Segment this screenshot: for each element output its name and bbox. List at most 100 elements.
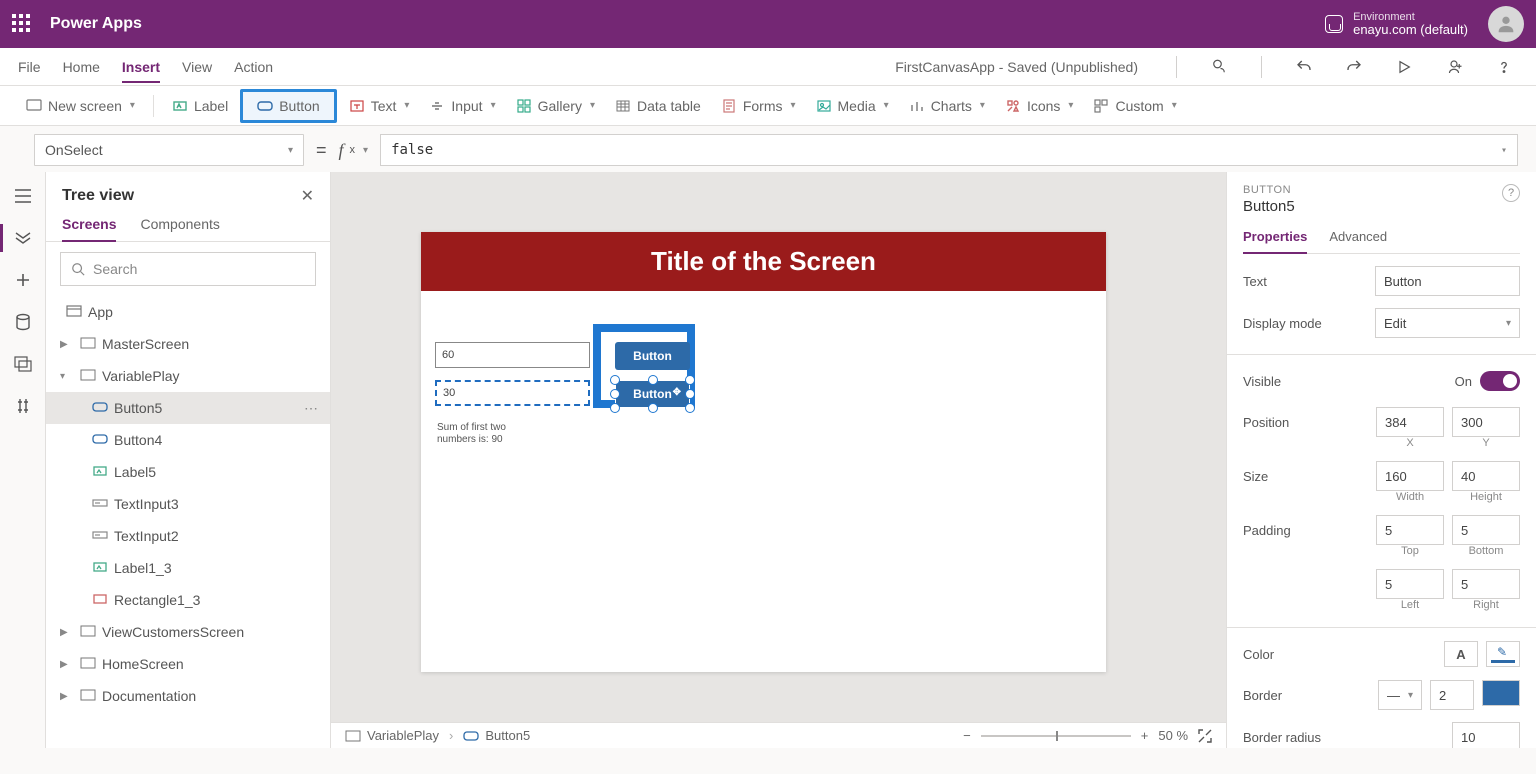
font-color-swatch[interactable]: A xyxy=(1444,641,1478,667)
prop-name: Button5 xyxy=(1243,198,1295,215)
data-rail[interactable] xyxy=(13,312,33,332)
pad-left-input[interactable]: 5 xyxy=(1376,569,1444,599)
zoom-value: 50 % xyxy=(1158,728,1188,743)
app-label: FirstCanvasApp - Saved (Unpublished) xyxy=(895,59,1138,75)
tree-node-variableplay[interactable]: ▾VariablePlay xyxy=(46,360,330,392)
border-color-swatch[interactable] xyxy=(1482,680,1520,706)
media-rail[interactable] xyxy=(13,354,33,374)
tree-node-button4[interactable]: Button4 xyxy=(46,424,330,456)
input-button[interactable]: Input▾ xyxy=(421,94,503,118)
hamburger-icon[interactable] xyxy=(13,186,33,206)
undo-icon[interactable] xyxy=(1290,53,1318,81)
border-style-select[interactable]: —▾ xyxy=(1378,680,1422,710)
prop-display-select[interactable]: Edit▾ xyxy=(1375,308,1520,338)
home-menu[interactable]: Home xyxy=(63,59,100,75)
environment-icon xyxy=(1325,15,1343,33)
tab-advanced[interactable]: Advanced xyxy=(1329,229,1387,253)
search-input[interactable]: Search xyxy=(60,252,316,286)
fill-color-swatch[interactable]: ✎ xyxy=(1486,641,1520,667)
tree-node-app[interactable]: App xyxy=(46,296,330,328)
tab-screens[interactable]: Screens xyxy=(62,216,116,242)
play-icon[interactable] xyxy=(1390,53,1418,81)
file-menu[interactable]: File xyxy=(18,59,41,75)
close-icon[interactable]: ✕ xyxy=(301,186,314,206)
fx-button[interactable]: fx▾ xyxy=(339,140,369,161)
tree-node-label: Label5 xyxy=(114,464,156,480)
tree-node-textinput2[interactable]: TextInput2 xyxy=(46,520,330,552)
pos-y-input[interactable]: 300 xyxy=(1452,407,1520,437)
view-menu[interactable]: View xyxy=(182,59,212,75)
canvas-textinput1[interactable]: 60 xyxy=(435,342,590,368)
tree-node-label: TextInput3 xyxy=(114,496,179,512)
prop-display-label: Display mode xyxy=(1243,316,1322,331)
prop-border-label: Border xyxy=(1243,688,1282,703)
text-button[interactable]: Text▾ xyxy=(341,94,418,118)
custom-button-label: Custom xyxy=(1115,98,1163,114)
tree-node-label: Label1_3 xyxy=(114,560,172,576)
info-icon[interactable]: ? xyxy=(1502,184,1520,202)
pos-x-input[interactable]: 384 xyxy=(1376,407,1444,437)
breadcrumb-item[interactable]: Button5 xyxy=(463,728,530,743)
button-button[interactable]: Button xyxy=(240,89,336,123)
zoom-slider[interactable] xyxy=(981,735,1131,737)
tab-components[interactable]: Components xyxy=(140,216,219,241)
tools-rail[interactable] xyxy=(13,396,33,416)
tree-node-label: Rectangle1_3 xyxy=(114,592,200,608)
new-screen-button[interactable]: New screen▾ xyxy=(18,94,143,118)
canvas-textinput2[interactable]: 30 xyxy=(435,380,590,406)
tree-node-homescreen[interactable]: ▶HomeScreen xyxy=(46,648,330,680)
tree-node-documentation[interactable]: ▶Documentation xyxy=(46,680,330,712)
prop-text-label: Text xyxy=(1243,274,1267,289)
tree-view-rail[interactable] xyxy=(13,228,33,248)
forms-button-label: Forms xyxy=(743,98,783,114)
forms-button[interactable]: Forms▾ xyxy=(713,94,804,118)
share-icon[interactable] xyxy=(1440,53,1468,81)
zoom-in-button[interactable]: + xyxy=(1141,728,1149,743)
height-input[interactable]: 40 xyxy=(1452,461,1520,491)
icons-button[interactable]: Icons▾ xyxy=(997,94,1082,118)
pad-top-input[interactable]: 5 xyxy=(1376,515,1444,545)
fullscreen-icon[interactable] xyxy=(1198,729,1212,743)
prop-text-input[interactable]: Button xyxy=(1375,266,1520,296)
tree-node-button5[interactable]: Button5⋯ xyxy=(46,392,330,424)
insert-rail[interactable] xyxy=(13,270,33,290)
tree-node-viewcustomers[interactable]: ▶ViewCustomersScreen xyxy=(46,616,330,648)
canvas-button5[interactable]: Button ✥ xyxy=(615,380,690,408)
tree-node-label5[interactable]: Label5 xyxy=(46,456,330,488)
zoom-out-button[interactable]: − xyxy=(963,728,971,743)
visible-toggle[interactable] xyxy=(1480,371,1520,391)
tab-properties[interactable]: Properties xyxy=(1243,229,1307,254)
width-input[interactable]: 160 xyxy=(1376,461,1444,491)
app-checker-icon[interactable] xyxy=(1205,53,1233,81)
breadcrumb-screen[interactable]: VariablePlay xyxy=(345,728,439,743)
more-icon[interactable]: ⋯ xyxy=(304,400,318,417)
formula-value: false xyxy=(391,142,433,158)
help-icon[interactable] xyxy=(1490,53,1518,81)
insert-menu[interactable]: Insert xyxy=(122,59,160,83)
formula-input[interactable]: false ▾ xyxy=(380,134,1518,166)
design-canvas[interactable]: Title of the Screen 60 30 Button Button … xyxy=(421,232,1106,672)
waffle-icon[interactable] xyxy=(12,14,32,34)
tree-node-rectangle1_3[interactable]: Rectangle1_3 xyxy=(46,584,330,616)
charts-button[interactable]: Charts▾ xyxy=(901,94,993,118)
border-width-input[interactable]: 2 xyxy=(1430,680,1474,710)
gallery-button[interactable]: Gallery▾ xyxy=(508,94,603,118)
prop-size-label: Size xyxy=(1243,469,1268,484)
label-button[interactable]: Label xyxy=(164,94,236,118)
datatable-button[interactable]: Data table xyxy=(607,94,709,118)
tree-node-label1_3[interactable]: Label1_3 xyxy=(46,552,330,584)
avatar[interactable] xyxy=(1488,6,1524,42)
environment-label: Environment xyxy=(1353,11,1468,23)
custom-button[interactable]: Custom▾ xyxy=(1085,94,1184,118)
canvas-button4[interactable]: Button xyxy=(615,342,690,370)
action-menu[interactable]: Action xyxy=(234,59,273,75)
pad-bottom-input[interactable]: 5 xyxy=(1452,515,1520,545)
property-selector[interactable]: OnSelect▾ xyxy=(34,134,304,166)
pad-right-input[interactable]: 5 xyxy=(1452,569,1520,599)
redo-icon[interactable] xyxy=(1340,53,1368,81)
radius-input[interactable]: 10 xyxy=(1452,722,1520,748)
environment-picker[interactable]: Environment enayu.com (default) xyxy=(1325,11,1468,37)
media-button[interactable]: Media▾ xyxy=(808,94,897,118)
tree-node-textinput3[interactable]: TextInput3 xyxy=(46,488,330,520)
tree-node-masterscreen[interactable]: ▶MasterScreen xyxy=(46,328,330,360)
